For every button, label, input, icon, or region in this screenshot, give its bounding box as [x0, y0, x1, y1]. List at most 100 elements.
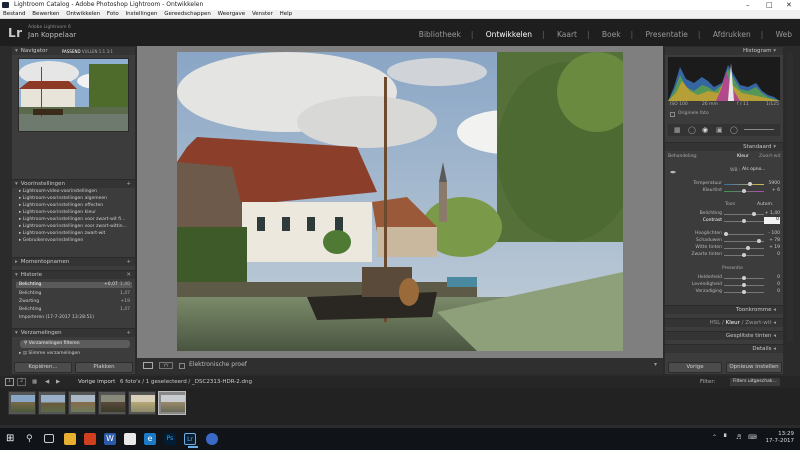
hsl-header[interactable]: HSL / Kleur / Zwart-wit ◂ [665, 318, 783, 327]
smart-collections-item[interactable]: ▸ ▤ Slimme verzamelingen [16, 351, 132, 357]
wb-select[interactable]: Als opno... [742, 167, 766, 172]
history-header[interactable]: ▾ Historie ✕ [12, 270, 135, 279]
spot-removal-icon[interactable]: ◯ [688, 126, 696, 134]
menu-help[interactable]: Help [280, 10, 293, 19]
filmstrip-thumbnail[interactable] [98, 391, 126, 415]
filmstrip-thumbnail-selected[interactable] [158, 391, 186, 415]
radial-filter-icon[interactable]: ◯ [730, 126, 738, 134]
auto-tone-button[interactable]: Autom. [757, 202, 773, 207]
photoshop-icon[interactable]: Ps [164, 433, 176, 445]
adjustment-brush-icon[interactable] [744, 129, 774, 130]
nav-mode-fill[interactable]: VULLEN [82, 49, 98, 54]
history-item[interactable]: Importeren (17-7-2017 13:28:51) [16, 315, 132, 321]
history-item[interactable]: Belichting 1,47 [16, 291, 132, 297]
tint-value[interactable]: + 6 [764, 188, 780, 193]
tone-curve-header[interactable]: Toonkromme ◂ [665, 305, 783, 314]
toolbar-menu-icon[interactable]: ▾ [654, 361, 657, 368]
selection-info[interactable]: 6 foto's / 1 geselecteerd / _DSC2313-HDR… [120, 376, 252, 388]
saturation-value[interactable]: 0 [762, 289, 780, 294]
filter-select[interactable]: Filters uitgeschak... [730, 378, 780, 386]
maximize-icon[interactable]: □ [766, 0, 773, 10]
collections-header[interactable]: ▾ Verzamelingen + [12, 328, 135, 337]
preset-folder[interactable]: ▸ Lightroom-voorinstellingen voor zwart-… [16, 224, 132, 230]
right-panel-scrollbar[interactable] [787, 52, 793, 342]
exposure-value[interactable]: + 1,40 [762, 211, 780, 216]
module-web[interactable]: Web [776, 30, 792, 39]
shadows-value[interactable]: + 78 [762, 238, 780, 243]
add-preset-icon[interactable]: + [126, 180, 131, 189]
close-icon[interactable]: ✕ [786, 0, 792, 10]
pinned-app-icon[interactable] [206, 433, 218, 445]
preset-folder[interactable]: ▸ Lightroom-video-voorinstellingen [16, 189, 132, 195]
copy-settings-button[interactable]: Kopiëren... [14, 362, 72, 373]
word-icon[interactable]: W [104, 433, 116, 445]
histogram-graph[interactable] [668, 57, 780, 101]
highlights-slider[interactable] [724, 232, 728, 236]
lightroom-taskbar-icon[interactable]: Lr [184, 433, 196, 445]
volume-icon[interactable]: ♬ [736, 434, 741, 441]
preset-folder[interactable]: ▸ Lightroom-voorinstellingen zwart-wit [16, 231, 132, 237]
filmstrip-thumbnail[interactable] [128, 391, 156, 415]
tint-slider[interactable] [742, 189, 746, 193]
presets-header[interactable]: ▾ Voorinstellingen + [12, 179, 135, 188]
clarity-slider[interactable] [742, 276, 746, 280]
menu-bestand[interactable]: Bestand [3, 10, 26, 19]
grid-icon[interactable]: ▦ [32, 376, 37, 388]
before-after-icon[interactable]: YY [159, 362, 173, 369]
menu-weergave[interactable]: Weergave [218, 10, 246, 19]
preset-folder[interactable]: ▸ Lightroom-voorinstellingen algemeen [16, 196, 132, 202]
bw-tab[interactable]: / Zwart-wit [742, 320, 772, 326]
soft-proof-checkbox[interactable] [179, 363, 185, 369]
loupe-view-icon[interactable] [143, 362, 153, 369]
page-2-button[interactable]: 2 [17, 378, 26, 386]
menu-venster[interactable]: Venster [252, 10, 273, 19]
red-eye-icon[interactable]: ◉ [702, 126, 708, 134]
edge-icon[interactable]: e [144, 433, 156, 445]
module-bibliotheek[interactable]: Bibliotheek [419, 30, 461, 39]
filmstrip-thumbnail[interactable] [8, 391, 36, 415]
split-toning-header[interactable]: Gesplitste tinten ◂ [665, 331, 783, 340]
history-item[interactable]: Belichting +0,07 1,40 [16, 282, 132, 288]
detail-header[interactable]: Details ◂ [665, 344, 783, 353]
hsl-tab[interactable]: HSL / [710, 320, 724, 326]
minimize-icon[interactable]: – [746, 0, 750, 10]
temperature-track[interactable] [724, 184, 764, 185]
menu-foto[interactable]: Foto [107, 10, 119, 19]
treatment-color-option[interactable]: Kleur [737, 154, 749, 159]
highlights-value[interactable]: - 100 [762, 231, 780, 236]
source-label[interactable]: Vorige import [78, 376, 115, 388]
add-snapshot-icon[interactable]: + [126, 258, 131, 267]
preset-folder[interactable]: ▸ Lightroom-voorinstellingen voor zwart-… [16, 217, 132, 223]
module-kaart[interactable]: Kaart [557, 30, 577, 39]
tray-arrow-icon[interactable]: ⌃ [712, 434, 717, 441]
navigator-header[interactable]: ▾ Navigator PASSEND VULLEN 1:1 3:1 [12, 46, 135, 55]
histogram-header[interactable]: Histogram ▾ [665, 46, 783, 55]
crop-tool-icon[interactable]: ▦ [674, 126, 681, 134]
module-boek[interactable]: Boek [602, 30, 621, 39]
temperature-slider[interactable] [748, 182, 752, 186]
menu-gereedschappen[interactable]: Gereedschappen [164, 10, 211, 19]
paste-settings-button[interactable]: Plakken [75, 362, 133, 373]
filmstrip-thumbnail[interactable] [38, 391, 66, 415]
treatment-bw-option[interactable]: Zwart-wit [759, 154, 780, 159]
history-item[interactable]: Zwarting +19 [16, 299, 132, 305]
nav-mode-3to1[interactable]: 3:1 [107, 49, 113, 54]
module-afdrukken[interactable]: Afdrukken [713, 30, 751, 39]
vibrance-value[interactable]: 0 [762, 282, 780, 287]
snapshots-header[interactable]: ▸ Momentopnamen + [12, 257, 135, 266]
menu-instellingen[interactable]: Instellingen [126, 10, 158, 19]
next-arrow-icon[interactable]: ▶ [56, 376, 60, 388]
store-icon[interactable] [124, 433, 136, 445]
history-item[interactable]: Belichting 1,47 [16, 307, 132, 313]
prev-arrow-icon[interactable]: ◀ [45, 376, 49, 388]
clarity-value[interactable]: 0 [762, 275, 780, 280]
task-view-icon[interactable] [44, 434, 54, 443]
highlights-track[interactable] [724, 234, 764, 235]
menu-ontwikkelen[interactable]: Ontwikkelen [66, 10, 100, 19]
preset-folder[interactable]: ▸ Lightroom-voorinstellingen kleur [16, 210, 132, 216]
add-collection-icon[interactable]: + [126, 329, 131, 338]
filmstrip-thumbnail[interactable] [68, 391, 96, 415]
collections-filter-input[interactable]: ⚲ Verzamelingen filteren [20, 340, 130, 348]
previous-settings-button[interactable]: Vorige [668, 362, 722, 373]
basic-header[interactable]: Standaard ▾ [665, 142, 783, 151]
